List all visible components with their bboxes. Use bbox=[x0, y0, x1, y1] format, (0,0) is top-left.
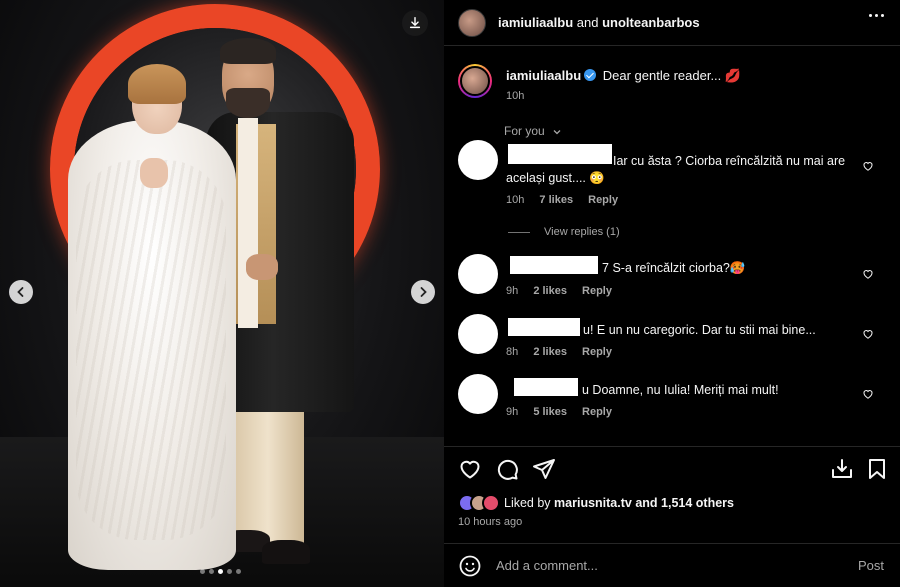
comment-likes[interactable]: 2 likes bbox=[533, 285, 567, 297]
liked-by: Liked by mariusnita.tv and 1,514 others bbox=[458, 494, 734, 512]
post-timestamp: 10 hours ago bbox=[458, 516, 523, 528]
post-comment-button[interactable]: Post bbox=[858, 558, 884, 573]
author-username[interactable]: iamiuliaalbu bbox=[498, 15, 573, 30]
carousel-dots bbox=[200, 569, 241, 574]
redacted-username bbox=[510, 256, 598, 274]
download-button[interactable] bbox=[402, 10, 428, 36]
story-ring-avatar[interactable] bbox=[458, 64, 492, 98]
man-beard bbox=[226, 88, 270, 118]
comment-likes[interactable]: 2 likes bbox=[533, 346, 567, 358]
chevron-right-icon bbox=[420, 287, 427, 297]
carousel-dot bbox=[209, 569, 214, 574]
comment-text: Iar cu ăsta ? Ciorba reîncălzită nu mai … bbox=[613, 154, 846, 168]
redacted-username bbox=[514, 378, 578, 396]
reply-button[interactable]: Reply bbox=[582, 406, 612, 418]
comment-meta: 10h 7 likes Reply bbox=[506, 194, 618, 206]
liked-by-text: Liked by mariusnita.tv and 1,514 others bbox=[504, 496, 734, 510]
replies-divider bbox=[508, 231, 530, 233]
comment-time: 10h bbox=[506, 194, 525, 206]
man-hair bbox=[220, 38, 276, 64]
man-hand bbox=[246, 254, 278, 280]
avatar[interactable] bbox=[458, 8, 486, 37]
comment-likes[interactable]: 7 likes bbox=[539, 194, 573, 206]
woman-hair bbox=[128, 64, 186, 104]
caption-time: 10h bbox=[506, 90, 525, 102]
heart-icon[interactable] bbox=[862, 388, 874, 400]
carousel-dot-active bbox=[218, 569, 223, 574]
view-replies-label: View replies (1) bbox=[544, 226, 620, 238]
comment-text-continued: același gust.... 😳 bbox=[506, 171, 605, 185]
view-replies-button[interactable]: View replies (1) bbox=[508, 226, 620, 238]
comment-meta: 8h 2 likes Reply bbox=[506, 346, 612, 358]
bookmark-icon[interactable] bbox=[865, 457, 889, 481]
heart-icon[interactable] bbox=[862, 268, 874, 280]
post-authors: iamiuliaalbu and unolteanbarbos bbox=[498, 15, 700, 30]
comment-meta: 9h 5 likes Reply bbox=[506, 406, 612, 418]
comment-time: 8h bbox=[506, 346, 519, 358]
comment-text: 7 S-a reîncălzit ciorba?🥵 bbox=[602, 260, 745, 277]
share-paper-plane-icon[interactable] bbox=[532, 457, 556, 481]
redacted-username bbox=[508, 318, 580, 336]
download-icon bbox=[409, 17, 421, 29]
post-action-bar bbox=[444, 446, 900, 490]
chevron-down-icon bbox=[553, 129, 561, 135]
commenter-avatar-redacted[interactable] bbox=[458, 254, 498, 294]
comment-meta: 9h 2 likes Reply bbox=[506, 285, 612, 297]
liked-by-prefix: Liked by bbox=[504, 496, 551, 510]
caption-text: Dear gentle reader... bbox=[602, 68, 722, 83]
comment-bubble-icon[interactable] bbox=[495, 457, 519, 481]
comment-body: S-a reîncălzit ciorba?🥵 bbox=[612, 261, 746, 275]
man-shirt bbox=[238, 118, 258, 328]
comment-time: 9h bbox=[506, 406, 519, 418]
comment-text: u! E un nu caregoric. Dar tu stii mai bi… bbox=[583, 323, 816, 337]
liker-avatar bbox=[482, 494, 500, 512]
liked-by-username[interactable]: mariusnita.tv bbox=[554, 496, 632, 510]
avatar bbox=[460, 66, 490, 96]
comment-prefix: 7 bbox=[602, 261, 609, 275]
liked-by-others[interactable]: and 1,514 others bbox=[635, 496, 734, 510]
post-side-panel: iamiuliaalbu and unolteanbarbos iamiulia… bbox=[444, 0, 900, 587]
emoji-icon[interactable] bbox=[458, 554, 482, 578]
carousel-next-button[interactable] bbox=[411, 280, 435, 304]
comment-likes[interactable]: 5 likes bbox=[533, 406, 567, 418]
redacted-username bbox=[508, 144, 612, 164]
more-icon bbox=[869, 14, 872, 17]
woman-hand bbox=[140, 158, 168, 188]
commenter-avatar-redacted[interactable] bbox=[458, 140, 498, 180]
caption-emoji: 💋 bbox=[724, 68, 742, 83]
coauthor-username[interactable]: unolteanbarbos bbox=[602, 15, 700, 30]
comment-time: 9h bbox=[506, 285, 519, 297]
carousel-prev-button[interactable] bbox=[9, 280, 33, 304]
carousel-dot bbox=[200, 569, 205, 574]
more-options-button[interactable] bbox=[869, 14, 884, 17]
like-heart-icon[interactable] bbox=[458, 457, 482, 481]
heart-icon[interactable] bbox=[862, 160, 874, 172]
reply-button[interactable]: Reply bbox=[582, 346, 612, 358]
commenter-avatar-redacted[interactable] bbox=[458, 374, 498, 414]
carousel-dot bbox=[227, 569, 232, 574]
comment-text: u Doamne, nu Iulia! Meriți mai mult! bbox=[582, 383, 779, 397]
post-photo[interactable] bbox=[0, 0, 444, 587]
carousel-dot bbox=[236, 569, 241, 574]
post-header: iamiuliaalbu and unolteanbarbos bbox=[444, 0, 900, 46]
chevron-left-icon bbox=[17, 287, 24, 297]
comment-input[interactable] bbox=[496, 558, 858, 573]
comments-sort-label: For you bbox=[504, 124, 545, 138]
man-shoe bbox=[262, 540, 310, 564]
commenter-avatar-redacted[interactable] bbox=[458, 314, 498, 354]
save-download-icon[interactable] bbox=[830, 457, 854, 481]
heart-icon[interactable] bbox=[862, 328, 874, 340]
add-comment-bar: Post bbox=[444, 543, 900, 587]
caption-username[interactable]: iamiuliaalbu bbox=[506, 68, 581, 83]
comments-sort-dropdown[interactable]: For you bbox=[504, 124, 562, 138]
reply-button[interactable]: Reply bbox=[582, 285, 612, 297]
reply-button[interactable]: Reply bbox=[588, 194, 618, 206]
caption-line: iamiuliaalbu Dear gentle reader... 💋 bbox=[506, 68, 741, 84]
authors-and: and bbox=[576, 15, 599, 30]
verified-icon bbox=[584, 69, 597, 81]
